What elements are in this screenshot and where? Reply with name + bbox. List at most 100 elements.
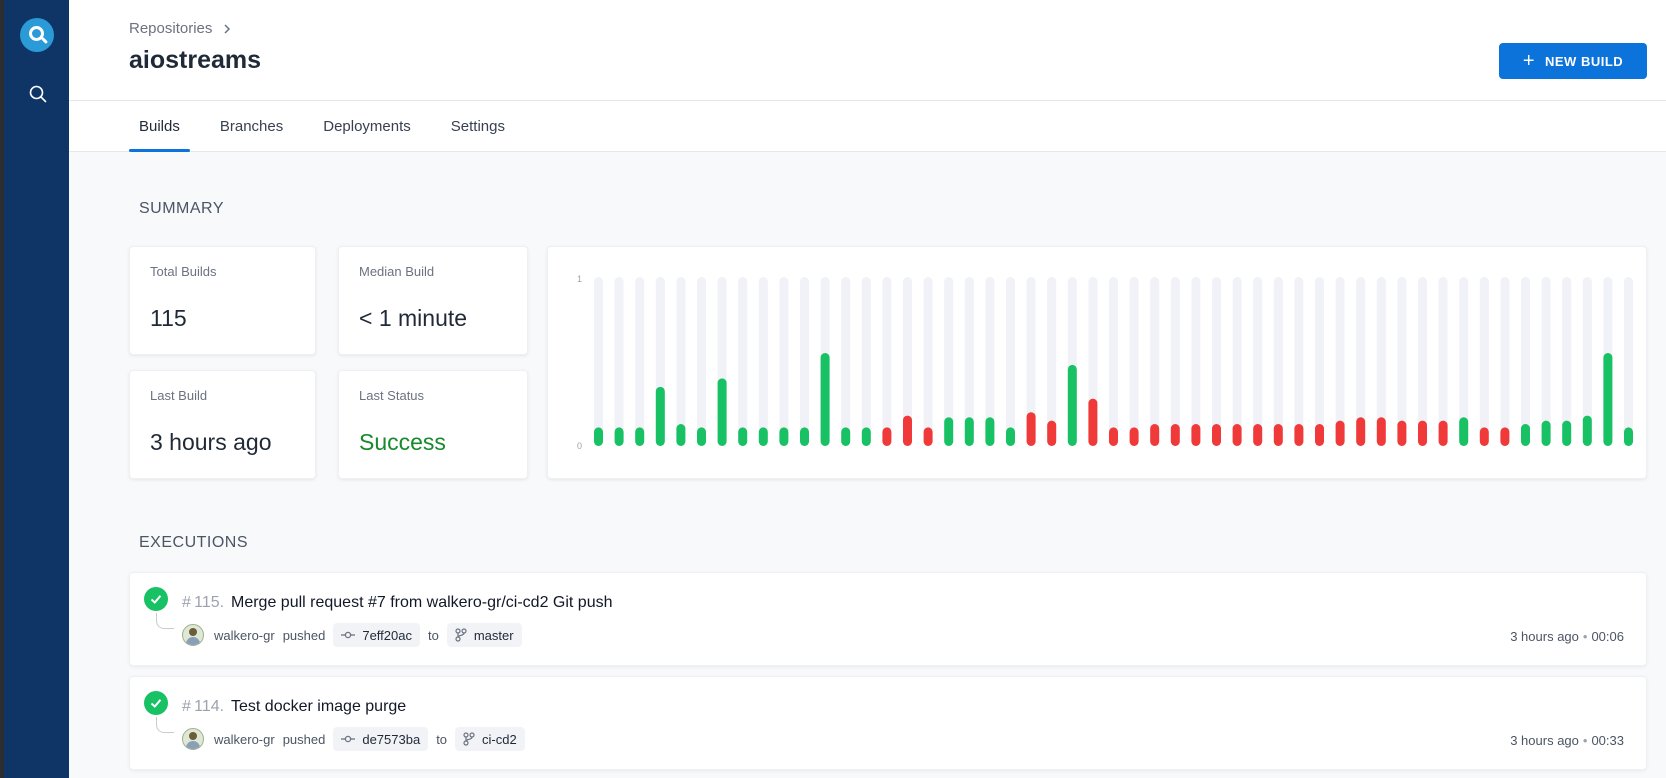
build-bar[interactable] [758,427,768,446]
build-bar[interactable] [1253,424,1263,446]
build-bar[interactable] [676,424,686,446]
build-bar[interactable] [1376,417,1386,446]
build-bar[interactable] [923,427,933,446]
commit-icon [341,631,356,639]
bar-track [1479,277,1489,446]
build-bar[interactable] [1212,424,1221,446]
branch-chip[interactable]: ci-cd2 [455,727,525,751]
build-bar[interactable] [1479,427,1489,446]
build-bar[interactable] [1500,427,1510,446]
duration: 00:06 [1591,629,1624,644]
avatar [182,728,204,750]
bar-track [1521,277,1530,446]
execution-row[interactable]: # 114. Test docker image purge walkero-g… [129,676,1647,770]
summary-heading: SUMMARY [139,200,224,217]
execution-row[interactable]: # 115. Merge pull request #7 from walker… [129,572,1647,666]
tab-builds[interactable]: Builds [129,101,190,152]
build-bar[interactable] [1624,427,1633,446]
commit-sha: de7573ba [362,731,421,747]
tab-branches[interactable]: Branches [210,101,293,152]
build-bar[interactable] [1129,427,1139,446]
build-bar[interactable] [1294,424,1304,446]
build-bar[interactable] [1273,424,1283,446]
build-bar[interactable] [1315,424,1324,446]
build-bar[interactable] [655,386,665,446]
build-bar[interactable] [1541,420,1551,446]
build-bar[interactable] [697,427,706,446]
plus-icon: + [1522,50,1535,72]
build-bar[interactable] [903,415,912,446]
new-build-label: NEW BUILD [1545,53,1624,69]
build-bar[interactable] [738,427,748,446]
build-time: 3 hours ago • 00:33 [1510,733,1624,748]
tab-deployments[interactable]: Deployments [313,101,421,152]
build-bar[interactable] [1088,398,1098,446]
build-message[interactable]: Merge pull request #7 from walkero-gr/ci… [231,594,613,612]
build-bar[interactable] [1521,424,1530,446]
build-bar[interactable] [861,427,871,446]
build-bar[interactable] [594,427,603,446]
build-bar[interactable] [717,378,727,446]
build-bar[interactable] [1582,415,1592,446]
tab-settings[interactable]: Settings [441,101,515,152]
build-bar[interactable] [614,427,624,446]
build-bar[interactable] [1026,412,1036,446]
build-bar[interactable] [1562,420,1572,446]
main-area: Repositories aiostreams + NEW BUILD Buil… [69,0,1666,778]
build-bar[interactable] [1150,424,1160,446]
build-meta: walkero-gr pushed 7eff20ac to master [182,622,522,648]
build-bar[interactable] [1438,420,1448,446]
build-bar[interactable] [1109,427,1118,446]
breadcrumb: Repositories [129,20,232,37]
new-build-button[interactable]: + NEW BUILD [1499,43,1647,79]
build-bar[interactable] [1603,353,1613,446]
bar-track [779,277,789,446]
bar-track [614,277,624,446]
search-icon[interactable] [28,84,48,104]
success-check-icon [144,587,168,611]
build-bar[interactable] [944,417,954,446]
build-bar[interactable] [1191,424,1201,446]
build-bar[interactable] [882,427,892,446]
build-bar[interactable] [820,353,830,446]
build-bar[interactable] [964,417,974,446]
build-bar[interactable] [1356,417,1366,446]
build-bar[interactable] [1459,417,1469,446]
branch-chip[interactable]: master [446,623,522,647]
build-bar[interactable] [1047,420,1057,446]
breadcrumb-repositories-link[interactable]: Repositories [129,20,212,37]
bar-track [1294,277,1304,446]
build-bar[interactable] [779,427,789,446]
build-bar[interactable] [1170,424,1180,446]
build-meta: walkero-gr pushed de7573ba to ci-cd2 [182,726,525,752]
duration: 00:33 [1591,733,1624,748]
build-bar[interactable] [1006,427,1015,446]
build-bar[interactable] [1418,420,1427,446]
build-message[interactable]: Test docker image purge [231,698,406,716]
time-ago: 3 hours ago [1510,629,1579,644]
author-name: walkero-gr [214,731,275,747]
bar-track [1129,277,1139,446]
tree-connector [156,717,174,733]
build-bar[interactable] [1335,420,1345,446]
commit-chip[interactable]: de7573ba [333,727,429,751]
build-bar[interactable] [1067,364,1077,446]
success-check-icon [144,691,168,715]
bar-track [1562,277,1572,446]
build-number: # 114. [182,698,225,715]
commit-chip[interactable]: 7eff20ac [333,623,420,647]
branch-name: ci-cd2 [482,731,517,747]
logo-icon[interactable] [20,18,54,52]
bar-track [923,277,933,446]
bar-track [758,277,768,446]
last-build-value: 3 hours ago [150,429,272,455]
build-bar[interactable] [1397,420,1407,446]
build-bar[interactable] [1232,424,1242,446]
build-bar[interactable] [841,427,851,446]
build-bar[interactable] [985,417,995,446]
build-number: # 115. [182,594,225,611]
last-status-label: Last Status [359,388,425,403]
build-bar[interactable] [800,427,809,446]
median-build-label: Median Build [359,264,435,279]
build-bar[interactable] [635,427,645,446]
